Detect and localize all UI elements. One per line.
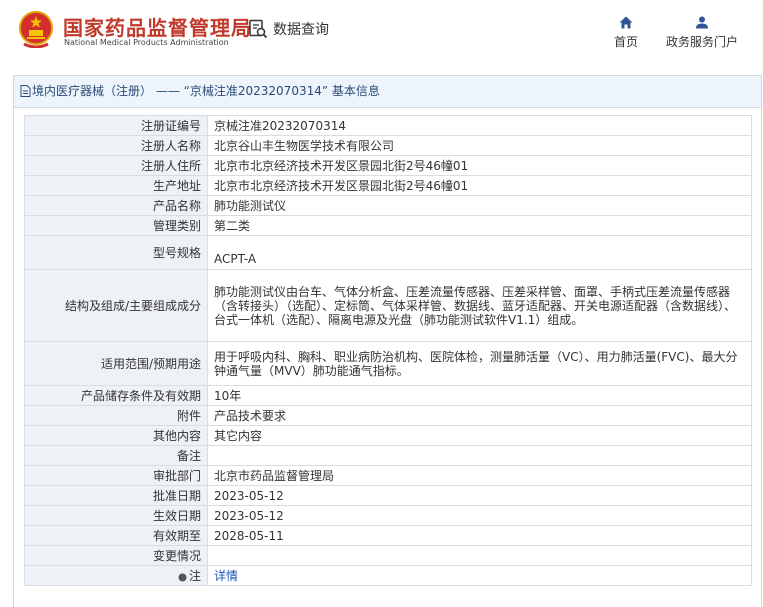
breadcrumb-current: “京械注准20232070314” 基本信息 — [183, 84, 380, 98]
field-label: 其他内容 — [24, 425, 208, 446]
data-search-link[interactable]: 数据查询 — [248, 19, 329, 39]
national-emblem-icon — [19, 11, 53, 48]
field-value: 产品技术要求 — [207, 405, 752, 426]
table-row: 审批部门 北京市药品监督管理局 — [24, 465, 752, 486]
table-row: 生产地址 北京市北京经济技术开发区景园北街2号46幢01 — [24, 175, 752, 196]
field-label: 生产地址 — [24, 175, 208, 196]
field-label: 附件 — [24, 405, 208, 426]
field-label: 产品储存条件及有效期 — [24, 385, 208, 406]
field-value: 京械注准20232070314 — [207, 115, 752, 136]
field-value: 北京市北京经济技术开发区景园北街2号46幢01 — [207, 175, 752, 196]
table-row: 备注 — [24, 445, 752, 466]
nav-services-label: 政务服务门户 — [665, 35, 738, 49]
table-row: 管理类别 第二类 — [24, 215, 752, 236]
field-value: 北京谷山丰生物医学技术有限公司 — [207, 135, 752, 156]
field-label: 批准日期 — [24, 485, 208, 506]
registration-info-table: 注册证编号 京械注准20232070314 注册人名称 北京谷山丰生物医学技术有… — [24, 115, 752, 586]
field-label: 注册证编号 — [24, 115, 208, 136]
field-value: 肺功能测试仪 — [207, 195, 752, 216]
detail-panel: 境内医疗器械（注册） —— “京械注准20232070314” 基本信息 注册证… — [13, 75, 762, 607]
field-label: 备注 — [24, 445, 208, 466]
table-row: 注册人住所 北京市北京经济技术开发区景园北街2号46幢01 — [24, 155, 752, 176]
details-link[interactable]: 详情 — [214, 569, 238, 583]
table-row: 变更情况 — [24, 545, 752, 566]
field-label: 管理类别 — [24, 215, 208, 236]
breadcrumb: 境内医疗器械（注册） —— “京械注准20232070314” 基本信息 — [14, 76, 761, 108]
field-value: 10年 — [207, 385, 752, 406]
breadcrumb-category-link[interactable]: 境内医疗器械（注册） — [32, 84, 152, 98]
field-value: 北京市北京经济技术开发区景园北街2号46幢01 — [207, 155, 752, 176]
field-label: 注册人名称 — [24, 135, 208, 156]
table-row: 产品名称 肺功能测试仪 — [24, 195, 752, 216]
field-label: 结构及组成/主要组成成分 — [24, 269, 208, 342]
field-value: 第二类 — [207, 215, 752, 236]
field-label: 变更情况 — [24, 545, 208, 566]
table-row: 适用范围/预期用途 用于呼吸内科、胸科、职业病防治机构、医院体检，测量肺活量（V… — [24, 341, 752, 386]
table-row: 注册证编号 京械注准20232070314 — [24, 115, 752, 136]
field-value: 其它内容 — [207, 425, 752, 446]
table-row: 批准日期 2023-05-12 — [24, 485, 752, 506]
field-label: 生效日期 — [24, 505, 208, 526]
field-label: 有效期至 — [24, 525, 208, 546]
field-value: 2023-05-12 — [207, 485, 752, 506]
table-row: 注 详情 — [24, 565, 752, 586]
field-value — [207, 545, 752, 566]
field-label: 注 — [24, 565, 208, 586]
field-label: 注册人住所 — [24, 155, 208, 176]
agency-name-en: National Medical Products Administration — [64, 38, 229, 47]
field-label: 型号规格 — [24, 235, 208, 270]
field-value — [207, 445, 752, 466]
agency-name-cn: 国家药品监督管理局 — [63, 16, 252, 40]
table-row: 结构及组成/主要组成成分 肺功能测试仪由台车、气体分析盒、压差流量传感器、压差采… — [24, 269, 752, 342]
field-value: 详情 — [207, 565, 752, 586]
table-row: 产品储存条件及有效期 10年 — [24, 385, 752, 406]
user-icon — [696, 16, 708, 29]
note-label: 注 — [188, 568, 201, 583]
home-icon — [619, 16, 633, 29]
field-value: 用于呼吸内科、胸科、职业病防治机构、医院体检，测量肺活量（VC）、用力肺活量(F… — [207, 341, 752, 386]
data-search-icon — [249, 19, 268, 39]
field-label: 适用范围/预期用途 — [24, 341, 208, 386]
field-label: 产品名称 — [24, 195, 208, 216]
field-value: ACPT-A — [207, 235, 752, 270]
table-row: 其他内容 其它内容 — [24, 425, 752, 446]
nav-services[interactable]: 政务服务门户 — [662, 16, 742, 50]
note-icon — [178, 573, 187, 581]
table-row: 生效日期 2023-05-12 — [24, 505, 752, 526]
table-row: 型号规格 ACPT-A — [24, 235, 752, 270]
field-label: 审批部门 — [24, 465, 208, 486]
site-header: 国家药品监督管理局 National Medical Products Admi… — [0, 0, 763, 68]
field-value: 2023-05-12 — [207, 505, 752, 526]
table-row: 有效期至 2028-05-11 — [24, 525, 752, 546]
document-icon — [20, 85, 31, 97]
data-search-label: 数据查询 — [273, 22, 329, 38]
field-value: 2028-05-11 — [207, 525, 752, 546]
nav-home-label: 首页 — [613, 35, 638, 49]
nav-home[interactable]: 首页 — [612, 16, 640, 50]
field-value: 北京市药品监督管理局 — [207, 465, 752, 486]
field-value: 肺功能测试仪由台车、气体分析盒、压差流量传感器、压差采样管、面罩、手柄式压差流量… — [207, 269, 752, 342]
breadcrumb-separator: —— — [152, 84, 184, 98]
table-row: 附件 产品技术要求 — [24, 405, 752, 426]
table-row: 注册人名称 北京谷山丰生物医学技术有限公司 — [24, 135, 752, 156]
